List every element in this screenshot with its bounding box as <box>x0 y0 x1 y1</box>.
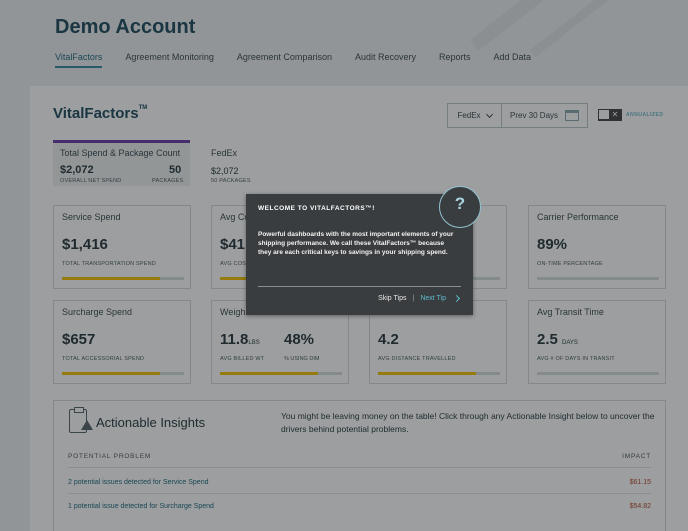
chevron-right-icon[interactable] <box>452 294 461 303</box>
dialog-body: Powerful dashboards with the most import… <box>258 231 454 256</box>
help-glyph: ? <box>454 194 466 213</box>
dialog-actions: Skip Tips | Next Tip <box>378 294 461 303</box>
help-icon: ? <box>439 186 481 228</box>
next-tip-button[interactable]: Next Tip <box>420 295 446 302</box>
dialog-title: WELCOME TO VITALFACTORS™! <box>258 205 375 212</box>
dialog-divider <box>258 286 461 287</box>
skip-tips-button[interactable]: Skip Tips <box>378 295 406 302</box>
separator: | <box>412 295 415 302</box>
